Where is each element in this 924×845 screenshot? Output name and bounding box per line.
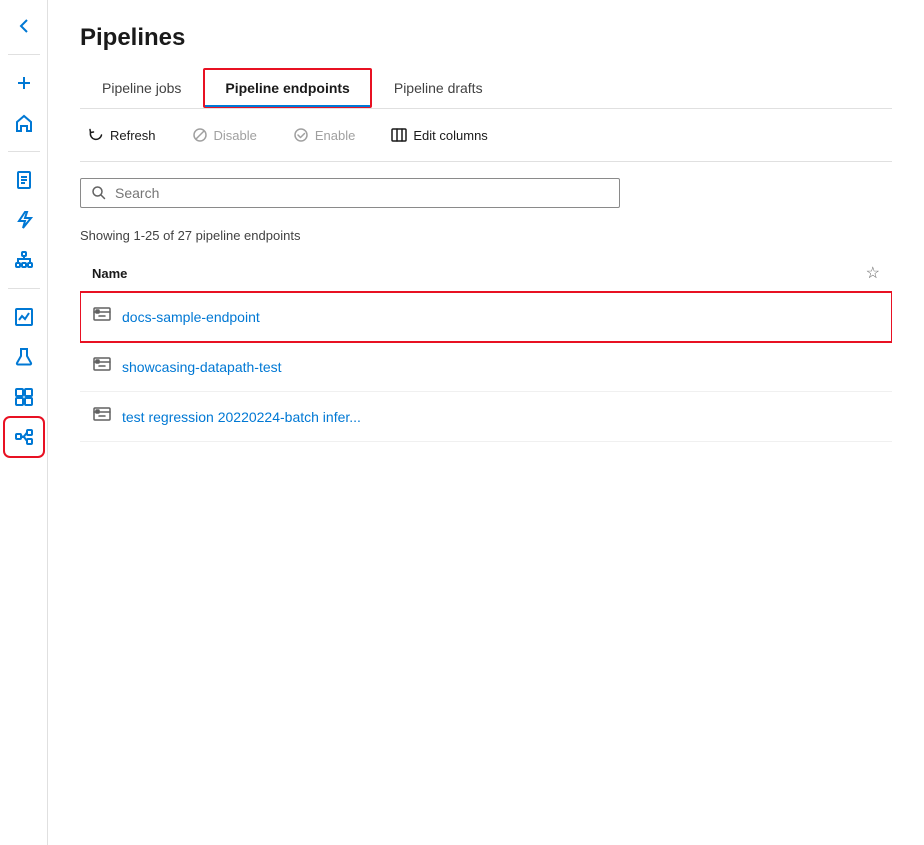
refresh-icon — [88, 127, 104, 143]
hierarchy-icon[interactable] — [6, 242, 42, 278]
enable-icon — [293, 127, 309, 143]
endpoint-link[interactable]: docs-sample-endpoint — [122, 309, 260, 325]
tab-pipeline-jobs[interactable]: Pipeline jobs — [80, 68, 203, 108]
search-input[interactable] — [115, 185, 609, 201]
back-icon[interactable] — [6, 8, 42, 44]
endpoint-icon — [92, 354, 112, 379]
toolbar: Refresh Disable Enable Edit columns — [80, 109, 892, 162]
results-info: Showing 1-25 of 27 pipeline endpoints — [80, 228, 892, 243]
enable-button[interactable]: Enable — [285, 123, 363, 147]
page-title: Pipelines — [80, 24, 892, 52]
endpoint-link[interactable]: showcasing-datapath-test — [122, 359, 282, 375]
tab-pipeline-drafts[interactable]: Pipeline drafts — [372, 68, 505, 108]
disable-icon — [192, 127, 208, 143]
endpoint-icon — [92, 404, 112, 429]
document-icon[interactable] — [6, 162, 42, 198]
sidebar — [0, 0, 48, 845]
table-row[interactable]: docs-sample-endpoint — [80, 292, 892, 342]
refresh-button[interactable]: Refresh — [80, 123, 164, 147]
main-content: Pipelines Pipeline jobs Pipeline endpoin… — [48, 0, 924, 845]
sidebar-divider-2 — [8, 151, 40, 152]
search-container — [80, 178, 892, 208]
plus-icon[interactable] — [6, 65, 42, 101]
flask-icon[interactable] — [6, 339, 42, 375]
search-icon — [91, 185, 107, 201]
table-area: Name ☆ docs-sample-endpoint sh — [80, 255, 892, 845]
pipeline-sidebar-icon[interactable] — [6, 419, 42, 455]
edit-columns-icon — [391, 127, 407, 143]
search-box[interactable] — [80, 178, 620, 208]
tab-pipeline-endpoints[interactable]: Pipeline endpoints — [203, 68, 371, 108]
lightning-settings-icon[interactable] — [6, 202, 42, 238]
table-header: Name ☆ — [80, 255, 892, 292]
sidebar-divider-3 — [8, 288, 40, 289]
edit-columns-button[interactable]: Edit columns — [383, 123, 495, 147]
name-column-header: Name — [92, 266, 858, 281]
grid-icon[interactable] — [6, 379, 42, 415]
disable-button[interactable]: Disable — [184, 123, 265, 147]
tabs-container: Pipeline jobs Pipeline endpoints Pipelin… — [80, 68, 892, 109]
chart-icon[interactable] — [6, 299, 42, 335]
star-column-header[interactable]: ☆ — [866, 263, 880, 283]
home-icon[interactable] — [6, 105, 42, 141]
table-row[interactable]: test regression 20220224-batch infer... — [80, 392, 892, 442]
endpoint-icon — [92, 304, 112, 329]
sidebar-divider-1 — [8, 54, 40, 55]
endpoint-link[interactable]: test regression 20220224-batch infer... — [122, 409, 361, 425]
table-row[interactable]: showcasing-datapath-test — [80, 342, 892, 392]
